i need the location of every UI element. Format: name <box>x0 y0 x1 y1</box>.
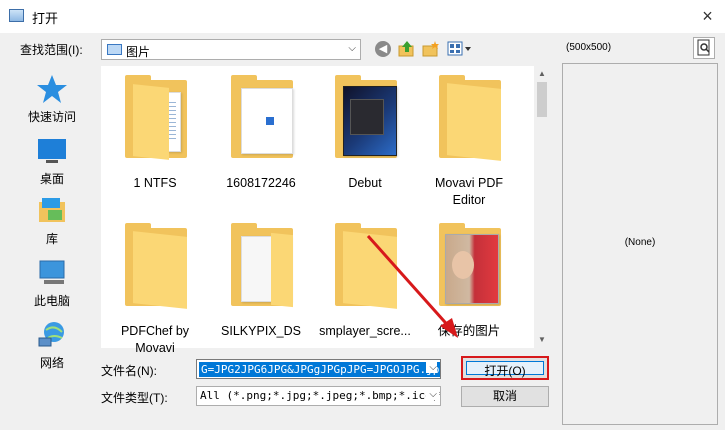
window-title: 打开 <box>32 11 59 26</box>
place-label: 库 <box>45 232 58 246</box>
place-label: 此电脑 <box>33 294 70 308</box>
file-name: smplayer_scre... <box>319 324 411 338</box>
file-name: 1 NTFS <box>133 176 177 190</box>
library-icon <box>36 196 68 226</box>
places-bar: 快速访问 桌面 库 此电脑 网络 <box>12 66 92 376</box>
computer-icon <box>36 258 68 288</box>
folder-icon <box>231 223 293 308</box>
open-button-label: 打开(O) <box>484 364 526 378</box>
file-name: Movavi PDF Editor <box>434 176 504 207</box>
close-button[interactable]: × <box>690 0 725 33</box>
place-quick-access[interactable]: 快速访问 <box>12 74 92 125</box>
folder-icon <box>335 75 397 158</box>
view-menu-icon[interactable] <box>447 40 473 58</box>
magnifier-page-icon <box>697 39 710 56</box>
file-name: SILKYPIX_DS <box>221 324 301 338</box>
place-label: 桌面 <box>39 172 64 186</box>
chevron-down-icon: ⌵ <box>348 43 356 54</box>
filetype-label: 文件类型(T): <box>101 391 168 405</box>
file-name: 保存的图片 <box>437 324 501 338</box>
preview-none-label: (None) <box>624 237 656 248</box>
lookin-combo[interactable]: 图片 ⌵ <box>101 39 361 60</box>
chevron-down-icon: ⌵ <box>426 389 437 400</box>
scroll-down-icon[interactable]: ▼ <box>534 332 550 348</box>
folder-icon <box>439 75 501 161</box>
chevron-down-icon[interactable]: ⌵ <box>426 362 437 373</box>
up-folder-icon[interactable] <box>398 40 416 58</box>
place-this-pc[interactable]: 此电脑 <box>12 258 92 309</box>
preview-size-label: (500x500) <box>566 42 612 53</box>
desktop-icon <box>36 136 68 166</box>
place-label: 快速访问 <box>27 110 76 124</box>
title-bar <box>0 0 725 33</box>
cancel-button[interactable]: 取消 <box>461 386 549 407</box>
folder-icon <box>231 75 293 158</box>
folder-icon <box>439 223 501 306</box>
open-button[interactable]: 打开(O) <box>461 356 549 380</box>
file-list-scrollbar[interactable]: ▲ ▼ <box>534 66 550 348</box>
filename-value: G=JPG2JPG6JPG&JPGgJPGpJPG=JPGOJPG.jpg <box>199 362 440 377</box>
file-name: Debut <box>348 176 382 190</box>
place-network[interactable]: 网络 <box>12 320 92 371</box>
back-icon[interactable]: ◀ <box>375 41 391 57</box>
file-list[interactable]: 1 NTFS 1608172246 Debut Movavi PDF Edito… <box>101 66 550 355</box>
place-library[interactable]: 库 <box>12 196 92 247</box>
scroll-up-icon[interactable]: ▲ <box>534 66 550 82</box>
file-name: 1608172246 <box>226 176 296 190</box>
window-icon <box>9 9 24 22</box>
star-icon <box>36 74 68 104</box>
file-name: PDFChef by Movavi <box>120 324 190 355</box>
pictures-folder-icon <box>107 44 122 55</box>
new-folder-icon[interactable] <box>422 40 440 58</box>
folder-icon <box>125 223 187 309</box>
preview-pane: (None) <box>562 63 718 425</box>
preview-toggle-button[interactable] <box>693 37 715 59</box>
lookin-label: 查找范围(I): <box>20 43 83 57</box>
filetype-value: All (*.png;*.jpg;*.jpeg;*.bmp;*.ico;* <box>200 389 441 402</box>
folder-icon <box>125 75 187 160</box>
filename-input[interactable]: G=JPG2JPG6JPG&JPGgJPGpJPG=JPGOJPG.jpg ⌵ <box>196 359 441 379</box>
place-label: 网络 <box>39 356 64 370</box>
filetype-select[interactable]: All (*.png;*.jpg;*.jpeg;*.bmp;*.ico;* ⌵ <box>196 386 441 406</box>
place-desktop[interactable]: 桌面 <box>12 136 92 187</box>
lookin-value: 图片 <box>126 45 151 59</box>
scroll-thumb[interactable] <box>537 82 547 117</box>
filename-label: 文件名(N): <box>101 364 157 378</box>
folder-icon <box>335 223 397 309</box>
network-icon <box>36 320 68 350</box>
